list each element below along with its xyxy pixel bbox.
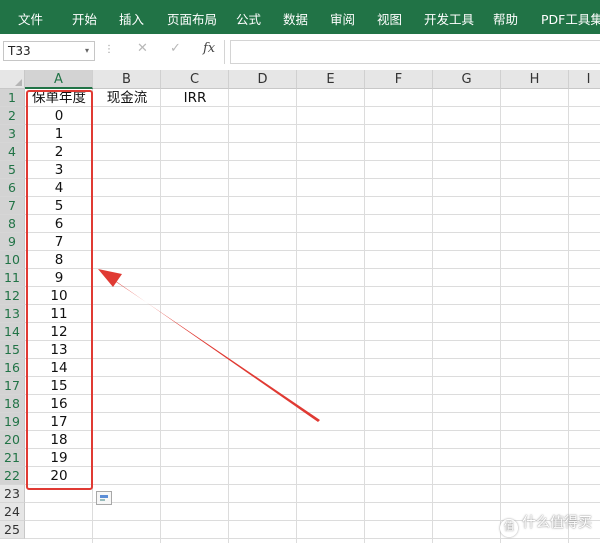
name-box[interactable]: T33 ▾ [3,41,95,61]
grid-line [25,178,600,179]
column-header-h[interactable]: H [501,70,569,89]
confirm-icon[interactable]: ✓ [170,41,181,56]
grid-line [25,358,600,359]
row-header-4[interactable]: 4 [0,143,25,161]
row-header-13[interactable]: 13 [0,305,25,323]
column-header-a[interactable]: A [25,70,93,89]
row-header-3[interactable]: 3 [0,125,25,143]
row-header-15[interactable]: 15 [0,341,25,359]
chevron-down-icon[interactable]: ▾ [85,42,89,60]
row-header-10[interactable]: 10 [0,251,25,269]
tab-8[interactable]: 开发工具 [424,9,474,28]
name-box-value: T33 [8,44,31,58]
column-header-d[interactable]: D [229,70,297,89]
column-header-g[interactable]: G [433,70,501,89]
watermark: 值什么值得买 [500,512,592,537]
arrow-head [98,269,122,287]
row-header-17[interactable]: 17 [0,377,25,395]
grid-line [25,286,600,287]
row-header-21[interactable]: 21 [0,449,25,467]
cell-c1[interactable]: IRR [161,89,229,107]
column-header-e[interactable]: E [297,70,365,89]
row-header-20[interactable]: 20 [0,431,25,449]
row-header-22[interactable]: 22 [0,467,25,485]
grid-line [25,538,600,539]
grid-line [25,448,600,449]
grid-line [25,484,600,485]
column-header-f[interactable]: F [365,70,433,89]
row-header-1[interactable]: 1 [0,89,25,107]
grid-line [25,322,600,323]
row-header-25[interactable]: 25 [0,521,25,539]
grid-line [25,304,600,305]
row-header-6[interactable]: 6 [0,179,25,197]
row-header-8[interactable]: 8 [0,215,25,233]
grid-line [160,89,161,543]
row-header-24[interactable]: 24 [0,503,25,521]
grid-line [500,89,501,543]
column-header-i[interactable]: I [569,70,600,89]
grid-line [25,250,600,251]
tab-5[interactable]: 数据 [283,9,308,28]
grid-line [25,196,600,197]
tab-7[interactable]: 视图 [377,9,402,28]
quick-analysis-icon[interactable] [96,491,112,505]
tab-0[interactable]: 文件 [18,9,43,28]
tab-1[interactable]: 开始 [72,9,97,28]
grid-line [25,142,600,143]
ribbon-tabs: 文件 开始 插入 页面布局 公式 数据 审阅 视图 开发工具 帮助 PDF工具集 [0,0,600,34]
grid-line [25,376,600,377]
row-header-19[interactable]: 19 [0,413,25,431]
select-all-corner[interactable] [0,70,25,89]
spreadsheet-grid[interactable]: A B C D E F G H I 1 2 3 4 5 6 7 8 9 10 11 12 13 14 15 16 17 18 19 20… [0,70,600,543]
grid-line [364,89,365,543]
cell-b1[interactable]: 现金流 [93,89,161,107]
grid-line [25,412,600,413]
arrow-shaft [100,271,320,422]
grid-line [25,340,600,341]
grid-line [25,214,600,215]
insert-function-icon[interactable]: fx [203,41,215,56]
tab-2[interactable]: 插入 [119,9,144,28]
grid-line [25,394,600,395]
grid-line [25,466,600,467]
row-header-14[interactable]: 14 [0,323,25,341]
row-header-18[interactable]: 18 [0,395,25,413]
row-header-9[interactable]: 9 [0,233,25,251]
grip-dots-icon[interactable]: ⋮ [104,44,114,55]
row-header-23[interactable]: 23 [0,485,25,503]
divider [224,40,225,64]
grid-line [296,89,297,543]
column-header-c[interactable]: C [161,70,229,89]
cancel-icon[interactable]: ✕ [137,41,148,56]
row-header-7[interactable]: 7 [0,197,25,215]
highlight-box [26,90,93,490]
formula-bar: T33 ▾ ⋮ ✕ ✓ fx [0,34,600,71]
grid-line [25,430,600,431]
watermark-text: 什么值得买 [522,515,592,531]
column-header-b[interactable]: B [93,70,161,89]
row-header-2[interactable]: 2 [0,107,25,125]
grid-line [568,89,569,543]
row-header-16[interactable]: 16 [0,359,25,377]
row-header-12[interactable]: 12 [0,287,25,305]
grid-line [25,232,600,233]
grid-line [432,89,433,543]
grid-line [25,124,600,125]
formula-input[interactable] [230,40,600,64]
tab-3[interactable]: 页面布局 [167,9,217,28]
grid-line [228,89,229,543]
grid-line [25,268,600,269]
row-header-5[interactable]: 5 [0,161,25,179]
tab-9[interactable]: 帮助 [493,9,518,28]
watermark-logo-icon: 值 [500,519,518,537]
grid-line [25,160,600,161]
tab-6[interactable]: 审阅 [330,9,355,28]
tab-10[interactable]: PDF工具集 [541,9,600,28]
row-header-11[interactable]: 11 [0,269,25,287]
tab-4[interactable]: 公式 [236,9,261,28]
